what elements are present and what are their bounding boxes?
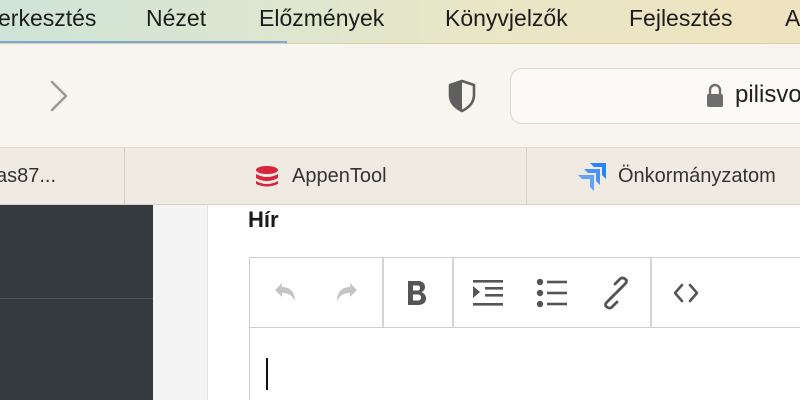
sidebar-divider [0, 298, 153, 299]
menu-view[interactable]: Nézet [146, 5, 206, 32]
link-button[interactable] [596, 273, 636, 313]
content-gutter [153, 205, 208, 400]
admin-sidebar [0, 205, 153, 400]
bulleted-list-button[interactable] [532, 273, 572, 313]
active-menu-indicator [0, 41, 287, 43]
menu-window[interactable]: A [785, 5, 800, 32]
source-code-button[interactable] [666, 273, 706, 313]
bookmark-item[interactable]: as87... [0, 148, 56, 205]
address-bar[interactable]: pilisvo [510, 68, 800, 124]
privacy-report-button[interactable] [446, 78, 478, 114]
indent-button[interactable] [468, 273, 508, 313]
redo-icon [337, 283, 357, 301]
bookmark-label: as87... [0, 165, 57, 187]
chevron-right-icon [50, 80, 68, 112]
bold-icon [408, 281, 426, 305]
menu-develop[interactable]: Fejlesztés [629, 5, 733, 32]
redo-button[interactable] [328, 273, 368, 313]
link-icon [604, 276, 628, 310]
editor-toolbar [250, 258, 800, 328]
editor-content-area[interactable] [250, 330, 800, 400]
menu-history[interactable]: Előzmények [259, 5, 384, 32]
bookmark-label: Önkormányzatom [618, 165, 776, 187]
forward-button[interactable] [44, 78, 74, 114]
bold-button[interactable] [396, 273, 436, 313]
bookmarks-bar: as87... AppenTool Önkormányzatom [0, 148, 800, 205]
browser-toolbar: pilisvo [0, 44, 800, 148]
bookmark-label: AppenTool [292, 165, 387, 187]
page-content: Hír [0, 205, 800, 400]
undo-icon [275, 283, 295, 301]
shield-icon [448, 79, 476, 113]
lock-icon [707, 83, 723, 107]
toolbar-separator [650, 258, 652, 328]
bulleted-list-icon [536, 278, 567, 308]
bookmark-appentool[interactable]: AppenTool [254, 148, 387, 205]
jira-logo-icon [578, 162, 606, 191]
bookmark-onkormanyzatom[interactable]: Önkormányzatom [576, 148, 776, 205]
menu-bookmarks[interactable]: Könyvjelzők [445, 5, 568, 32]
rich-text-editor [249, 257, 800, 400]
toolbar-separator [452, 258, 454, 328]
indent-icon [473, 280, 503, 306]
source-code-icon [673, 283, 699, 303]
url-text: pilisvo [735, 81, 800, 108]
undo-button[interactable] [264, 273, 304, 313]
bookmark-separator [526, 148, 527, 205]
menu-bar: erkesztés Nézet Előzmények Könyvjelzők F… [0, 0, 800, 44]
bookmark-separator [124, 148, 125, 205]
appentool-logo-icon [256, 165, 278, 186]
toolbar-separator [382, 258, 384, 328]
field-label-news: Hír [248, 207, 279, 232]
menu-edit[interactable]: erkesztés [0, 5, 96, 32]
